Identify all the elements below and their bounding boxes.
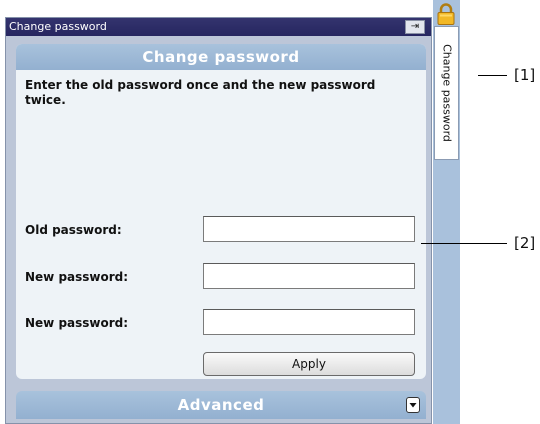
confirm-password-input[interactable] bbox=[203, 309, 415, 335]
section-header: Change password bbox=[16, 44, 426, 70]
change-password-window: Change password ⇥ Change password Enter … bbox=[5, 17, 432, 424]
screenshot-stage: Change password ⇥ Change password Enter … bbox=[0, 0, 540, 424]
side-tab-label: Change password bbox=[440, 44, 453, 142]
new-password-input[interactable] bbox=[203, 263, 415, 289]
window-titlebar: Change password ⇥ bbox=[6, 18, 431, 36]
advanced-section-header[interactable]: Advanced bbox=[16, 391, 426, 419]
apply-button[interactable]: Apply bbox=[203, 352, 415, 376]
pin-button[interactable]: ⇥ bbox=[405, 20, 425, 34]
change-password-panel: Change password Enter the old password o… bbox=[16, 44, 426, 379]
side-tab-strip: Change password bbox=[433, 0, 460, 424]
new-password-label: New password: bbox=[25, 270, 129, 284]
chevron-down-icon[interactable] bbox=[406, 397, 420, 413]
window-title: Change password bbox=[9, 20, 107, 33]
callout-2-label: [2] bbox=[514, 234, 536, 252]
advanced-label: Advanced bbox=[177, 396, 265, 414]
lock-icon bbox=[435, 2, 457, 26]
old-password-label: Old password: bbox=[25, 223, 122, 237]
old-password-input[interactable] bbox=[203, 216, 415, 242]
callout-1-leader bbox=[478, 75, 507, 76]
pin-icon: ⇥ bbox=[410, 21, 420, 32]
callout-1-label: [1] bbox=[514, 66, 536, 84]
callout-2-leader bbox=[421, 243, 507, 244]
instruction-text: Enter the old password once and the new … bbox=[25, 78, 376, 107]
change-password-side-tab[interactable]: Change password bbox=[434, 26, 459, 160]
confirm-password-label: New password: bbox=[25, 316, 129, 330]
